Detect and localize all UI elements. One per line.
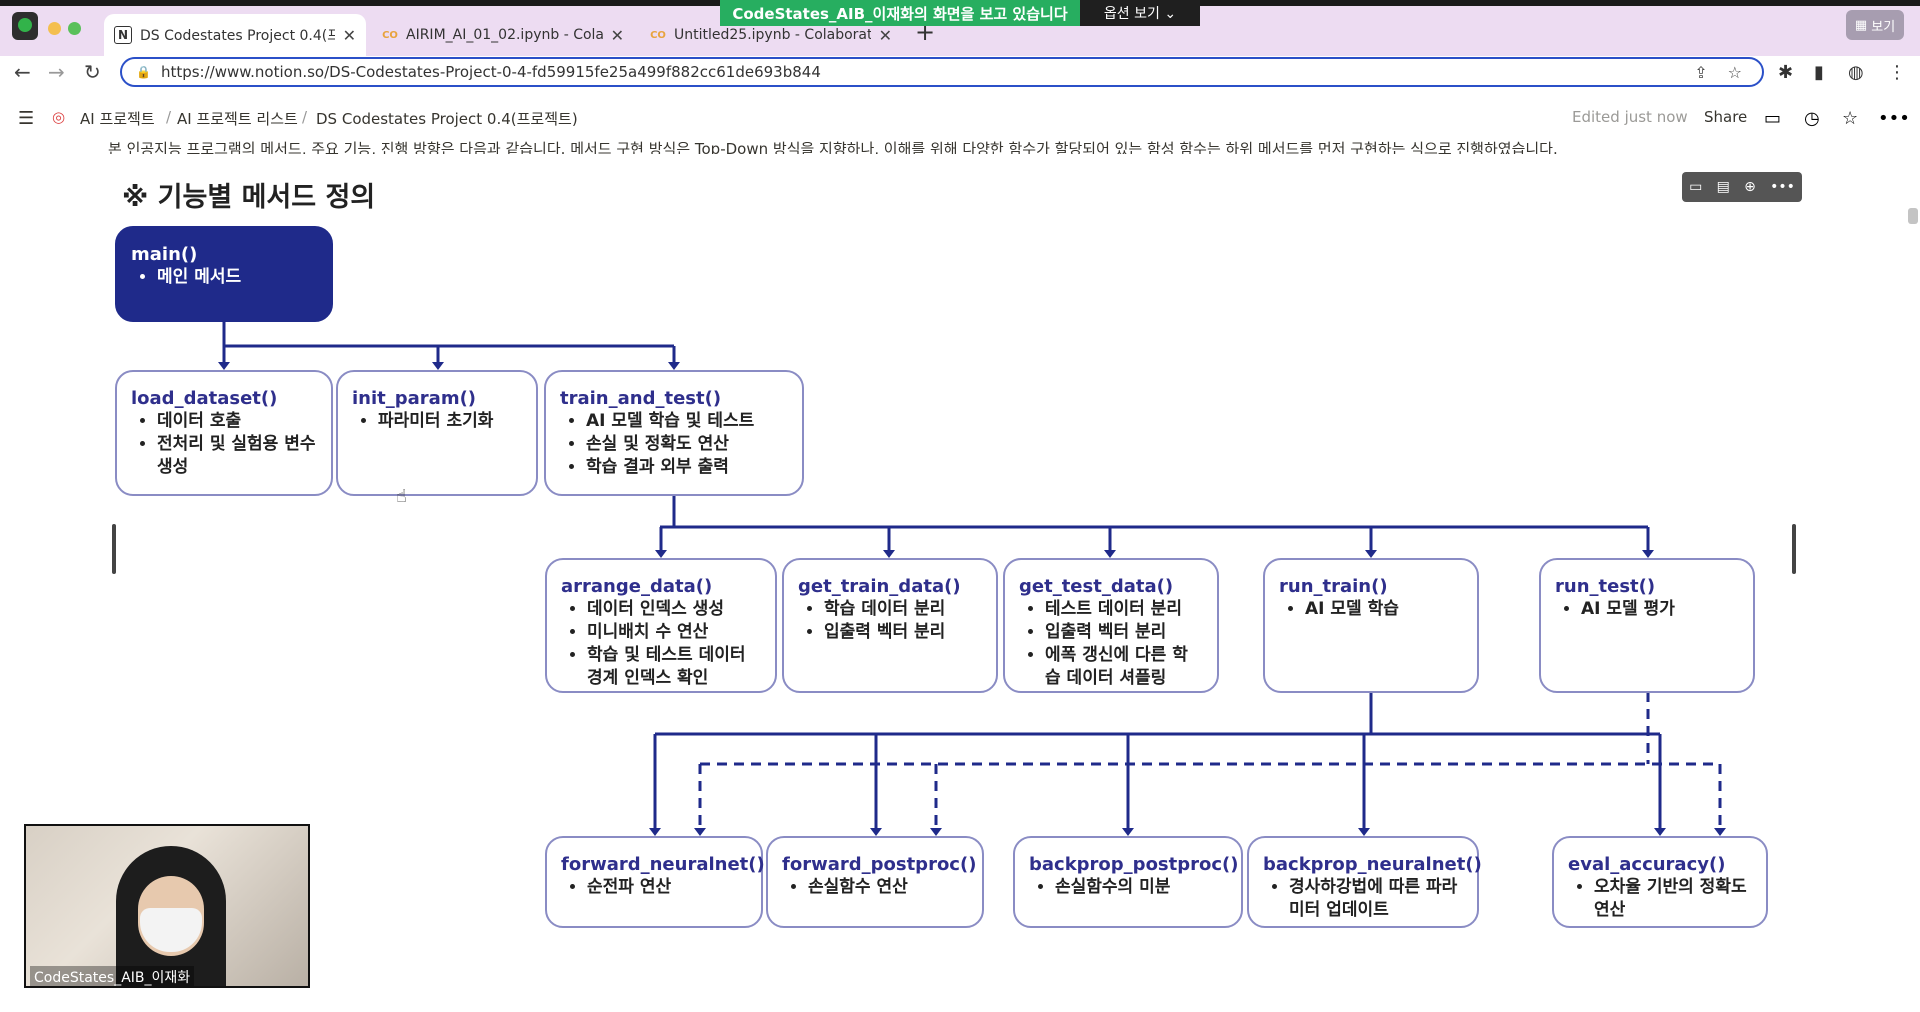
method-desc: 테스트 데이터 분리 — [1045, 598, 1203, 621]
method-box-get-test-data: get_test_data() 테스트 데이터 분리 입출력 벡터 분리 에폭 … — [1003, 558, 1219, 693]
method-name: forward_neuralnet() — [561, 854, 765, 875]
method-desc: 데이터 인덱스 생성 — [587, 598, 761, 621]
method-desc: 손실 및 정확도 연산 — [586, 433, 788, 456]
mouse-cursor-icon: ☝ — [396, 486, 407, 507]
method-name: get_train_data() — [798, 576, 961, 597]
method-desc: 미니배치 수 연산 — [587, 621, 761, 644]
method-box-backprop-neuralnet: backprop_neuralnet() 경사하강법에 따른 파라미터 업데이트 — [1247, 836, 1482, 928]
method-name: load_dataset() — [131, 388, 278, 409]
method-desc: 입출력 벡터 분리 — [824, 621, 982, 644]
method-name: run_train() — [1279, 576, 1388, 597]
method-desc: 입출력 벡터 분리 — [1045, 621, 1203, 644]
method-box-run-train: run_train() AI 모델 학습 — [1263, 558, 1479, 693]
method-box-train-and-test: train_and_test() AI 모델 학습 및 테스트 손실 및 정확도… — [544, 370, 804, 496]
method-name: main() — [131, 244, 198, 265]
method-box-main: main() 메인 메서드 — [115, 226, 333, 322]
method-desc: AI 모델 학습 — [1305, 598, 1463, 621]
method-box-arrange-data: arrange_data() 데이터 인덱스 생성 미니배치 수 연산 학습 및… — [545, 558, 777, 693]
method-desc: 에폭 갱신에 다른 학습 데이터 셔플링 — [1045, 644, 1203, 690]
method-desc: 손실함수 연산 — [808, 876, 968, 899]
method-name: get_test_data() — [1019, 576, 1174, 597]
method-box-backprop-postproc: backprop_postproc() 손실함수의 미분 — [1013, 836, 1243, 928]
method-desc: 전처리 및 실험용 변수 생성 — [157, 433, 317, 479]
method-box-get-train-data: get_train_data() 학습 데이터 분리 입출력 벡터 분리 — [782, 558, 998, 693]
method-desc: 경사하강법에 따른 파라미터 업데이트 — [1289, 876, 1463, 922]
method-desc: 학습 및 테스트 데이터 경계 인덱스 확인 — [587, 644, 761, 690]
method-desc: 순전파 연산 — [587, 876, 747, 899]
method-desc: 학습 데이터 분리 — [824, 598, 982, 621]
webcam-label: CodeStates_AIB_이재화 — [30, 966, 195, 986]
method-name: backprop_neuralnet() — [1263, 854, 1482, 875]
method-desc: 손실함수의 미분 — [1055, 876, 1227, 899]
method-name: run_test() — [1555, 576, 1656, 597]
method-name: backprop_postproc() — [1029, 854, 1239, 875]
method-name: forward_postproc() — [782, 854, 977, 875]
method-desc: 메인 메서드 — [157, 266, 317, 289]
method-box-load-dataset: load_dataset() 데이터 호출 전처리 및 실험용 변수 생성 — [115, 370, 333, 496]
method-box-eval-accuracy: eval_accuracy() 오차율 기반의 정확도 연산 — [1552, 836, 1768, 928]
webcam-video: CodeStates_AIB_이재화 — [24, 824, 310, 988]
method-box-init-param: init_param() 파라미터 초기화 — [336, 370, 538, 496]
method-box-forward-neuralnet: forward_neuralnet() 순전파 연산 — [545, 836, 765, 928]
method-name: init_param() — [352, 388, 477, 409]
method-desc: 오차율 기반의 정확도 연산 — [1594, 876, 1752, 922]
method-desc: 학습 결과 외부 출력 — [586, 456, 788, 479]
image-resize-handle-left[interactable] — [112, 524, 116, 574]
image-resize-handle-right[interactable] — [1792, 524, 1796, 574]
method-box-forward-postproc: forward_postproc() 손실함수 연산 — [766, 836, 984, 928]
method-desc: AI 모델 학습 및 테스트 — [586, 410, 788, 433]
method-name: arrange_data() — [561, 576, 713, 597]
method-desc: AI 모델 평가 — [1581, 598, 1739, 621]
method-desc: 파라미터 초기화 — [378, 410, 522, 433]
method-box-run-test: run_test() AI 모델 평가 — [1539, 558, 1755, 693]
method-name: eval_accuracy() — [1568, 854, 1726, 875]
page-scrollbar[interactable] — [1908, 208, 1918, 224]
method-name: train_and_test() — [560, 388, 722, 409]
method-desc: 데이터 호출 — [157, 410, 317, 433]
